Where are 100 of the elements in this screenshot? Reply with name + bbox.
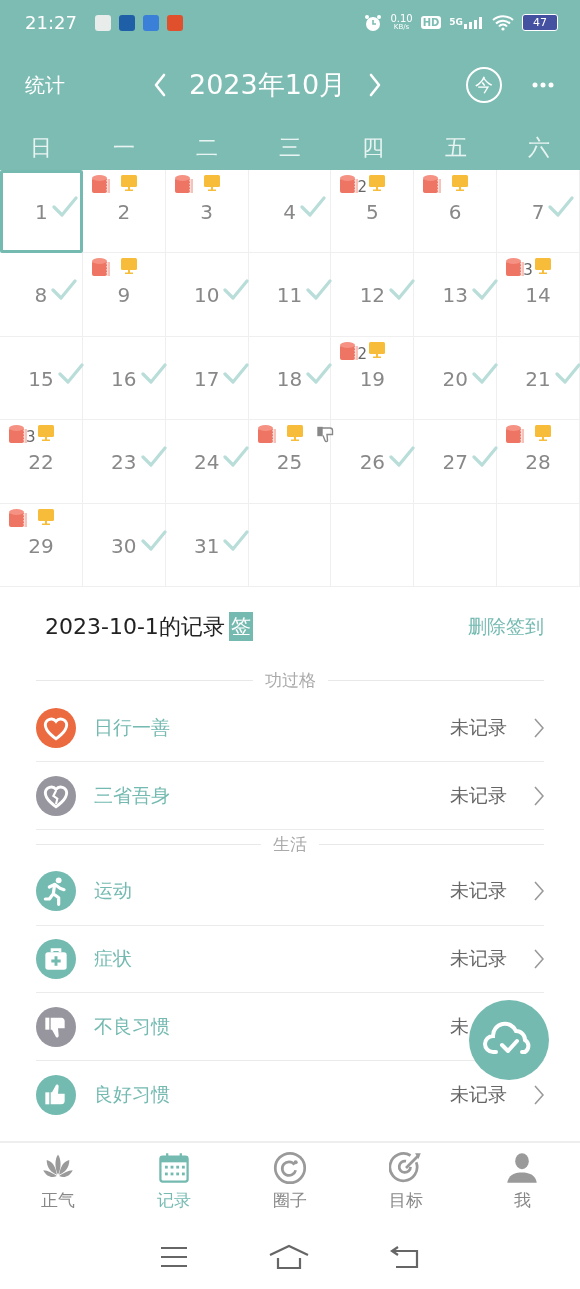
mark-count: 3	[26, 428, 36, 447]
day-cell[interactable]: 21	[497, 336, 580, 421]
day-cell[interactable]: 3 14	[497, 253, 580, 337]
record-label[interactable]: 不良习惯	[94, 1013, 170, 1040]
record-status: 未记录	[450, 947, 507, 970]
signal-icon	[464, 16, 484, 29]
day-cell[interactable]: 2 5	[331, 170, 415, 254]
day-cell[interactable]: 10	[165, 253, 249, 337]
record-status: 未记录	[450, 715, 507, 738]
day-number: 28	[525, 450, 551, 475]
day-cell[interactable]: 26	[331, 420, 415, 504]
day-cell[interactable]: 13	[414, 253, 498, 337]
day-cell[interactable]: 31	[165, 503, 249, 587]
day-number: 8	[34, 283, 48, 308]
chevron-right-icon[interactable]	[534, 785, 544, 806]
tab-bar-item[interactable]: 记录	[116, 1143, 232, 1225]
day-number: 16	[111, 366, 137, 391]
monitor-icon	[37, 507, 55, 526]
monitor-icon	[451, 174, 470, 192]
day-number: 6	[448, 200, 462, 224]
delete-checkin-link[interactable]: 删除签到	[468, 613, 544, 640]
day-number: 23	[111, 450, 137, 475]
statistics-link[interactable]: 统计	[25, 71, 145, 99]
day-number: 5	[366, 200, 379, 224]
mark-count: 2	[357, 344, 367, 363]
tab-bar-item[interactable]: 正气	[0, 1143, 116, 1225]
weekday-label: 四	[360, 133, 385, 162]
record-label[interactable]: 症状	[94, 946, 132, 973]
cloud-sync-button[interactable]	[469, 1000, 549, 1080]
tab-bar-item[interactable]: 目标	[348, 1143, 464, 1225]
day-cell[interactable]: 2 19	[331, 336, 415, 421]
day-cell[interactable]: 9	[82, 253, 166, 337]
day-cell[interactable]: 23	[82, 420, 166, 504]
book-roll-icon	[90, 257, 111, 278]
day-cell[interactable]: 6	[414, 170, 498, 254]
book-roll-icon	[422, 174, 443, 194]
day-cell[interactable]: 7	[497, 170, 580, 254]
section-title: 功过格	[264, 669, 316, 693]
day-cell[interactable]: 4	[248, 170, 332, 254]
day-cell[interactable]: 3 22	[0, 420, 83, 504]
ring-icon	[273, 1151, 307, 1185]
day-cell[interactable]: 28	[497, 420, 580, 504]
day-cell[interactable]: 29	[0, 503, 83, 587]
previous-month-icon[interactable]	[153, 73, 167, 97]
day-cell[interactable]: 25	[248, 420, 332, 504]
mark-count: 3	[523, 261, 533, 280]
day-number: 29	[28, 533, 54, 558]
record-label[interactable]: 日行一善	[94, 714, 170, 741]
day-cell[interactable]: 20	[414, 336, 498, 421]
menu-icon[interactable]	[160, 1246, 189, 1268]
day-cell[interactable]: 11	[248, 253, 332, 337]
selected-day-cell[interactable]: 1	[0, 170, 83, 254]
book-roll-icon	[339, 340, 360, 361]
record-label[interactable]: 三省吾身	[94, 782, 170, 809]
monitor-icon	[367, 174, 386, 192]
record-label[interactable]: 良好习惯	[94, 1082, 170, 1109]
day-number: 1	[35, 200, 48, 224]
day-number: 14	[525, 283, 551, 308]
clock-time: 21:27	[25, 12, 77, 33]
next-month-icon[interactable]	[368, 73, 383, 97]
book-roll-icon	[173, 174, 194, 194]
hd-badge: HD	[420, 16, 442, 29]
day-cell[interactable]: 27	[414, 420, 498, 504]
record-status: 未记录	[450, 783, 507, 806]
day-cell[interactable]: 17	[165, 336, 249, 421]
monitor-icon	[202, 174, 221, 192]
target-icon	[389, 1151, 423, 1185]
chevron-right-icon[interactable]	[534, 717, 544, 738]
tab-bar-item[interactable]: 圈子	[232, 1143, 348, 1225]
day-cell[interactable]: 16	[82, 336, 166, 421]
day-cell[interactable]: 15	[0, 336, 83, 421]
day-number: 20	[442, 366, 468, 391]
monitor-icon	[533, 257, 552, 276]
back-icon[interactable]	[389, 1246, 420, 1268]
battery-percent: 47	[533, 16, 547, 29]
record-label[interactable]: 运动	[94, 878, 132, 905]
weekday-label: 日	[29, 133, 54, 162]
day-number: 19	[359, 366, 386, 391]
chevron-right-icon[interactable]	[534, 949, 544, 970]
weekday-label: 五	[443, 133, 468, 162]
day-number: 7	[531, 200, 545, 224]
day-number: 15	[28, 366, 54, 391]
chevron-right-icon[interactable]	[534, 881, 544, 902]
more-icon[interactable]	[532, 82, 554, 88]
day-cell[interactable]: 24	[165, 420, 249, 504]
day-number: 12	[359, 283, 386, 308]
day-cell[interactable]: 2	[82, 170, 166, 254]
day-cell[interactable]: 8	[0, 253, 83, 337]
monitor-icon	[285, 424, 304, 443]
tab-bar-item[interactable]: 我	[464, 1143, 580, 1225]
chevron-right-icon[interactable]	[534, 1085, 544, 1106]
day-number: 30	[111, 533, 137, 558]
day-cell[interactable]: 3	[165, 170, 249, 254]
day-cell[interactable]: 12	[331, 253, 415, 337]
today-button[interactable]: 今	[466, 67, 502, 103]
home-icon[interactable]	[269, 1244, 309, 1270]
day-cell[interactable]: 18	[248, 336, 332, 421]
day-number: 25	[276, 450, 303, 475]
book-roll-icon	[505, 424, 526, 445]
day-cell[interactable]: 30	[82, 503, 166, 587]
